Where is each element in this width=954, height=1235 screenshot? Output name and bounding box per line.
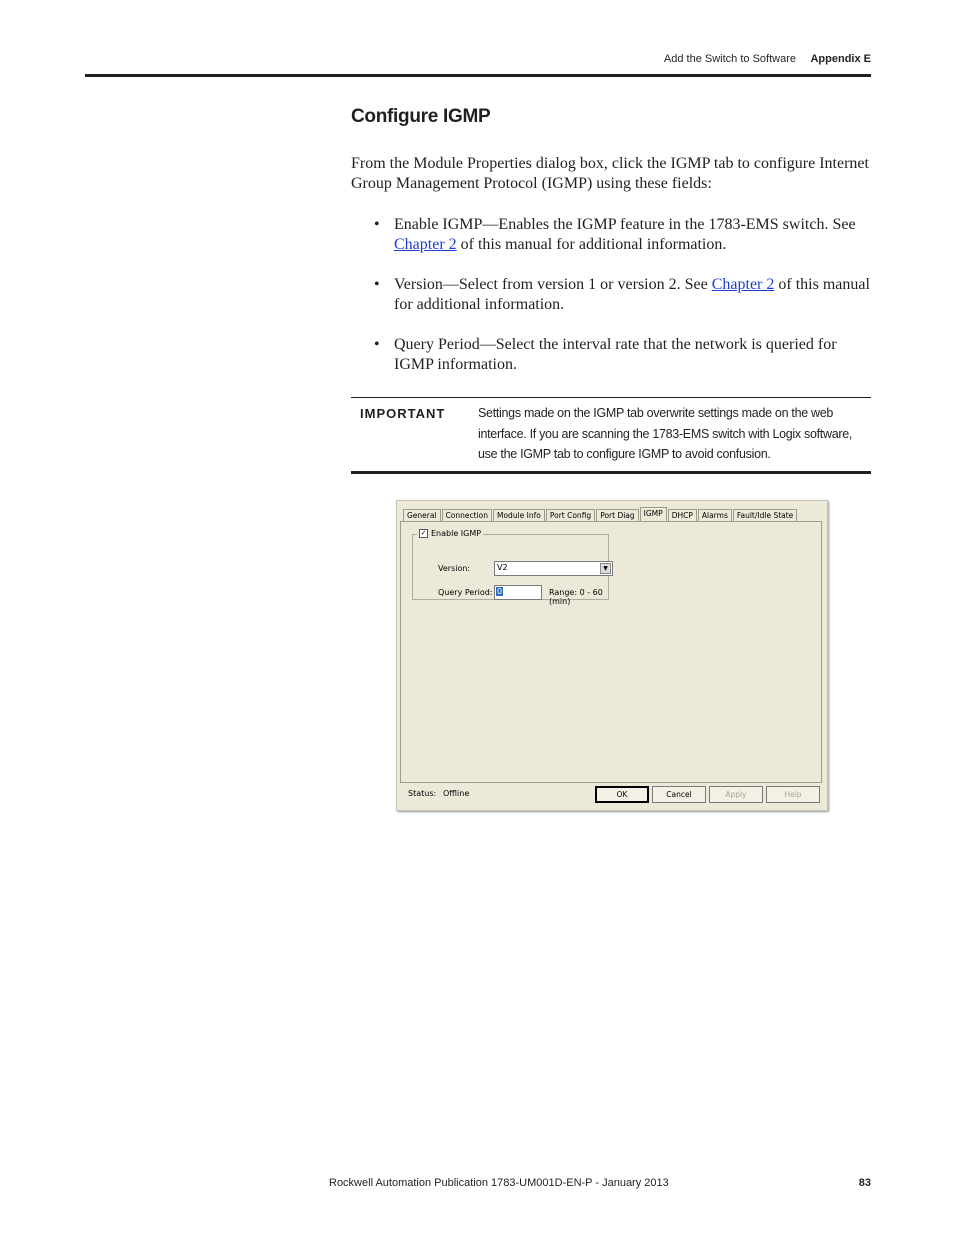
- tab-igmp[interactable]: IGMP: [639, 507, 667, 522]
- apply-button[interactable]: Apply: [709, 786, 763, 803]
- bullet-icon: •: [374, 336, 380, 353]
- tab-connection[interactable]: Connection: [441, 509, 492, 521]
- version-label: Version:: [438, 564, 471, 573]
- ok-button[interactable]: OK: [595, 786, 649, 803]
- page-number: 83: [858, 1177, 871, 1189]
- tab-alarms[interactable]: Alarms: [697, 509, 732, 521]
- important-text: Settings made on the IGMP tab overwrite …: [478, 406, 853, 461]
- bullet-icon: •: [374, 216, 380, 233]
- tab-port-diag[interactable]: Port Diag: [596, 509, 639, 521]
- query-period-input[interactable]: 0: [494, 585, 542, 600]
- enable-igmp-checkbox[interactable]: ✓: [419, 529, 428, 538]
- list-item: • Enable IGMP—Enables the IGMP feature in…: [374, 216, 856, 253]
- igmp-group: ✓ Enable IGMP Version: V2 ▼ Query Period…: [412, 529, 613, 606]
- enable-igmp-row: ✓ Enable IGMP: [417, 529, 484, 538]
- footer-publication: Rockwell Automation Publication 1783-UM0…: [329, 1177, 669, 1189]
- field-list: • Enable IGMP—Enables the IGMP feature in…: [372, 215, 871, 395]
- tab-bar: General Connection Module Info Port Conf…: [403, 507, 798, 522]
- query-period-label: Query Period:: [438, 588, 493, 597]
- important-label: IMPORTANT: [360, 406, 446, 421]
- intro-paragraph: From the Module Properties dialog box, c…: [351, 155, 869, 192]
- tab-fault-idle-state[interactable]: Fault/Idle State: [732, 509, 798, 521]
- chevron-down-icon[interactable]: ▼: [600, 563, 611, 574]
- tab-module-info[interactable]: Module Info: [493, 509, 545, 521]
- important-bottom-rule: [351, 471, 871, 474]
- header-rule: [85, 74, 871, 77]
- range-text: Range: 0 - 60 (min): [549, 588, 603, 606]
- igmp-panel: ✓ Enable IGMP Version: V2 ▼ Query Period…: [400, 521, 822, 783]
- version-select[interactable]: V2 ▼: [494, 561, 613, 576]
- header-appendix: Appendix E: [810, 53, 871, 65]
- chapter-link[interactable]: Chapter 2: [712, 276, 775, 293]
- query-period-value: 0: [496, 587, 504, 596]
- help-button[interactable]: Help: [766, 786, 820, 803]
- important-top-rule: [351, 397, 871, 398]
- section-title: Configure IGMP: [351, 106, 491, 127]
- status-value: Offline: [443, 789, 470, 798]
- tab-dhcp[interactable]: DHCP: [667, 509, 697, 521]
- list-item: • Version—Select from version 1 or versio…: [374, 276, 870, 313]
- tab-general[interactable]: General: [403, 509, 441, 521]
- version-value: V2: [497, 563, 508, 572]
- cancel-button[interactable]: Cancel: [652, 786, 706, 803]
- tab-port-config[interactable]: Port Config: [545, 509, 596, 521]
- enable-igmp-label: Enable IGMP: [431, 529, 482, 538]
- header-section: Add the Switch to Software: [663, 53, 796, 65]
- status-label: Status:: [408, 789, 437, 798]
- module-properties-dialog: General Connection Module Info Port Conf…: [396, 500, 828, 811]
- chapter-link[interactable]: Chapter 2: [394, 236, 457, 253]
- bullet-icon: •: [374, 276, 380, 293]
- list-item: • Query Period—Select the interval rate t…: [374, 336, 837, 373]
